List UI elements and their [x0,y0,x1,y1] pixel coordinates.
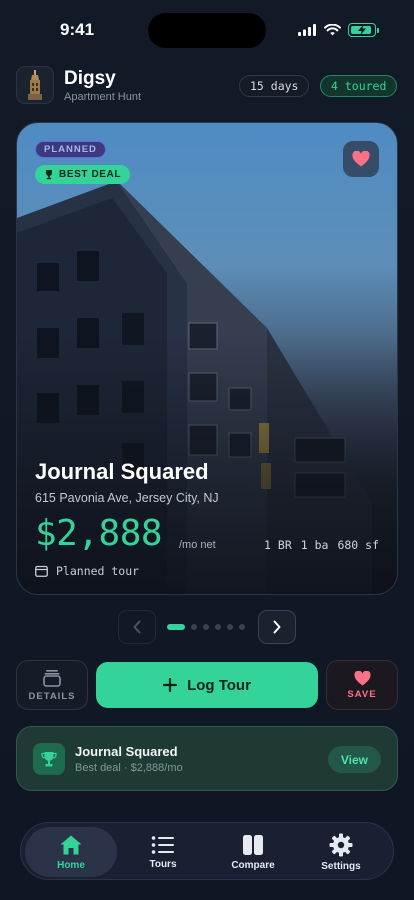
signal-icon [298,24,316,36]
app-screen: 9:41 Digsy Apartment Hunt 15 days 4 tour… [0,0,414,900]
chevron-right-icon [273,620,281,634]
gear-icon [329,833,353,856]
tab-compare-label: Compare [231,859,275,871]
trophy-icon [46,169,52,179]
price-unit: /mo net [179,539,216,551]
tab-home[interactable]: Home [25,827,117,877]
tour-status-label: Planned tour [56,564,140,578]
tab-settings-label: Settings [321,860,361,872]
banner-title: Journal Squared [75,744,178,759]
log-tour-label: Log Tour [187,676,251,694]
listing-price: $2,888 [35,513,163,554]
trophy-icon [41,751,57,766]
listing-address: 615 Pavonia Ave, Jersey City, NJ [35,491,219,505]
heart-icon [354,670,370,686]
dynamic-island [148,13,266,48]
status-badge: PLANNED [35,141,106,158]
tab-home-label: Home [57,859,85,871]
baths-value: 1 ba [300,538,329,552]
details-label: DETAILS [28,690,76,702]
tab-tours[interactable]: Tours [117,827,209,877]
listing-card[interactable]: PLANNED BEST DEAL Journal Squared 615 Pa… [16,122,398,595]
tower-logo-icon [28,70,42,100]
days-chip: 15 days [239,75,310,97]
page-dot-3[interactable] [203,624,209,630]
log-tour-button[interactable]: Log Tour [96,662,318,708]
view-button[interactable]: View [327,746,381,773]
wifi-icon [324,24,341,36]
plus-icon [163,678,178,692]
page-dot-4[interactable] [215,624,221,630]
listing-specs: 1 BR 1 ba 680 sf [264,538,379,552]
best-deal-badge: BEST DEAL [35,165,131,184]
beds-value: 1 BR [264,538,292,552]
banner-subtitle: Best deal · $2,888/mo [75,762,183,774]
app-title: Digsy [64,68,116,89]
toured-chip: 4 toured [320,75,398,97]
page-dot-6[interactable] [239,624,245,630]
calendar-icon [35,565,48,577]
page-dot-2[interactable] [191,624,197,630]
page-indicator [167,624,245,630]
details-button[interactable]: DETAILS [16,660,88,710]
battery-icon [348,23,379,37]
favorite-button[interactable] [343,141,379,177]
tour-status: Planned tour [35,564,139,578]
home-icon [60,835,82,854]
app-logo [16,66,54,104]
charging-bolt-icon [358,25,366,35]
best-deal-banner[interactable]: Journal Squared Best deal · $2,888/mo Vi… [16,726,398,791]
tab-bar: Home Tours Compare Settings [20,822,394,880]
sqft-value: 680 sf [337,538,379,552]
status-bar: 9:41 [0,0,414,60]
best-deal-label: BEST DEAL [59,169,122,180]
app-subtitle: Apartment Hunt [64,91,142,103]
layers-icon [43,669,61,687]
previous-listing-button[interactable] [118,610,156,644]
tab-compare[interactable]: Compare [207,827,299,877]
page-dot-5[interactable] [227,624,233,630]
tab-settings[interactable]: Settings [295,827,387,877]
page-dot-1[interactable] [167,624,185,630]
save-button[interactable]: SAVE [326,660,398,710]
next-listing-button[interactable] [258,610,296,644]
heart-icon [352,151,370,167]
compare-icon [243,834,263,855]
status-icons [298,23,379,37]
status-time: 9:41 [60,20,95,39]
save-label: SAVE [347,688,377,700]
listing-name: Journal Squared [35,459,209,484]
tab-tours-label: Tours [149,858,177,870]
banner-trophy [33,743,65,775]
chevron-left-icon [133,620,141,634]
list-icon [151,835,174,854]
